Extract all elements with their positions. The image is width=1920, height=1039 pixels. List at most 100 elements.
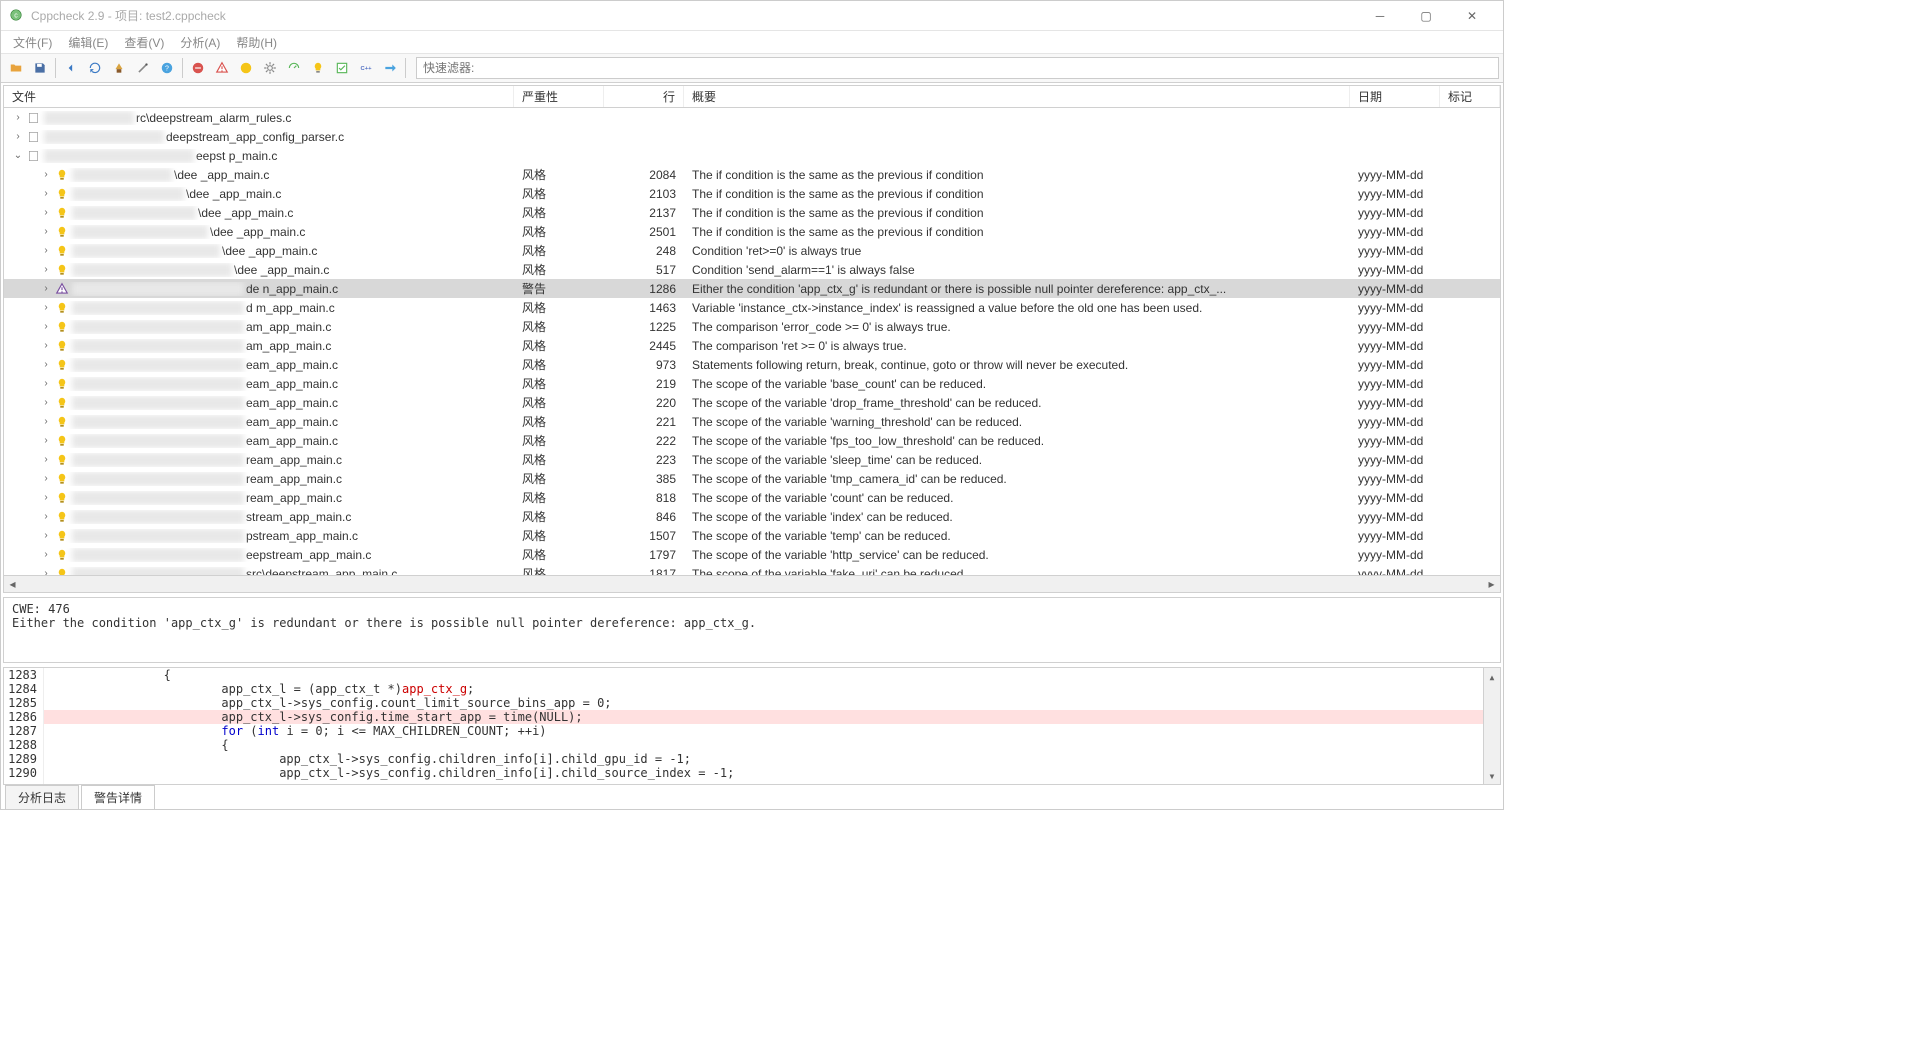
menu-analyze[interactable]: 分析(A)	[172, 32, 228, 53]
performance-filter-button[interactable]	[283, 57, 305, 79]
menu-help[interactable]: 帮助(H)	[228, 32, 285, 53]
expander-icon[interactable]: ›	[40, 226, 52, 237]
expander-icon[interactable]: ›	[12, 131, 24, 142]
result-row[interactable]: ›eam_app_main.c风格219The scope of the var…	[4, 374, 1500, 393]
expander-icon[interactable]: ›	[40, 568, 52, 575]
expander-icon[interactable]: ⌄	[12, 150, 24, 161]
col-date[interactable]: 日期	[1350, 86, 1440, 107]
refresh-button[interactable]	[84, 57, 106, 79]
expander-icon[interactable]: ›	[40, 359, 52, 370]
cpp-filter-button[interactable]: C++	[355, 57, 377, 79]
result-row[interactable]: ›am_app_main.c风格2445The comparison 'ret …	[4, 336, 1500, 355]
expander-icon[interactable]: ›	[40, 188, 52, 199]
expander-icon[interactable]: ›	[40, 549, 52, 560]
close-button[interactable]: ✕	[1449, 1, 1495, 31]
result-row[interactable]: ›d m_app_main.c风格1463Variable 'instance_…	[4, 298, 1500, 317]
result-row[interactable]: ›pstream_app_main.c风格1507The scope of th…	[4, 526, 1500, 545]
menu-edit[interactable]: 编辑(E)	[60, 32, 116, 53]
gear-filter-button[interactable]	[259, 57, 281, 79]
error-filter-button[interactable]	[187, 57, 209, 79]
col-line[interactable]: 行	[604, 86, 684, 107]
tree-root-row[interactable]: ›deepstream_app_config_parser.c	[4, 127, 1500, 146]
result-row[interactable]: ›eepstream_app_main.c风格1797The scope of …	[4, 545, 1500, 564]
result-row[interactable]: ›src\deepstream_app_main.c风格1817The scop…	[4, 564, 1500, 575]
col-severity[interactable]: 严重性	[514, 86, 604, 107]
maximize-button[interactable]: ▢	[1403, 1, 1449, 31]
expander-icon[interactable]: ›	[40, 340, 52, 351]
result-row[interactable]: ›\dee _app_main.c风格2103The if condition …	[4, 184, 1500, 203]
expander-icon[interactable]: ›	[40, 302, 52, 313]
col-file[interactable]: 文件	[4, 86, 514, 107]
toolbar: ? C++	[1, 53, 1503, 83]
scroll-left-button[interactable]: ◂	[4, 576, 21, 593]
date-cell: yyyy-MM-dd	[1350, 225, 1440, 239]
check-filter-button[interactable]	[331, 57, 353, 79]
result-row[interactable]: ›eam_app_main.c风格973Statements following…	[4, 355, 1500, 374]
summary-cell: Statements following return, break, cont…	[684, 358, 1350, 372]
grid-hscroll[interactable]: ◂ ▸	[4, 575, 1500, 592]
tree-root-row[interactable]: ⌄eepst p_main.c	[4, 146, 1500, 165]
expander-icon[interactable]: ›	[40, 169, 52, 180]
expander-icon[interactable]: ›	[40, 207, 52, 218]
tab-analysis-log[interactable]: 分析日志	[5, 785, 79, 809]
code-line: {	[44, 738, 1483, 752]
style-filter-button[interactable]	[235, 57, 257, 79]
expander-icon[interactable]: ›	[40, 492, 52, 503]
expander-icon[interactable]: ›	[40, 378, 52, 389]
tree-root-row[interactable]: ›rc\deepstream_alarm_rules.c	[4, 108, 1500, 127]
tab-warning-detail[interactable]: 警告详情	[81, 785, 155, 809]
expander-icon[interactable]: ›	[40, 435, 52, 446]
expander-icon[interactable]: ›	[40, 473, 52, 484]
result-row[interactable]: ›eam_app_main.c风格222The scope of the var…	[4, 431, 1500, 450]
clear-button[interactable]	[108, 57, 130, 79]
expander-icon[interactable]: ›	[40, 321, 52, 332]
code-vscroll[interactable]: ▴ ▾	[1483, 668, 1500, 784]
expander-icon[interactable]: ›	[40, 416, 52, 427]
col-mark[interactable]: 标记	[1440, 86, 1500, 107]
severity-cell: 风格	[514, 261, 604, 278]
result-row[interactable]: ›am_app_main.c风格1225The comparison 'erro…	[4, 317, 1500, 336]
code-lines[interactable]: { app_ctx_l = (app_ctx_t *)app_ctx_g; ap…	[44, 668, 1483, 784]
open-folder-button[interactable]	[5, 57, 27, 79]
result-row[interactable]: ›ream_app_main.c风格818The scope of the va…	[4, 488, 1500, 507]
expander-icon[interactable]: ›	[40, 245, 52, 256]
result-row[interactable]: ›\dee _app_main.c风格517Condition 'send_al…	[4, 260, 1500, 279]
minimize-button[interactable]: ─	[1357, 1, 1403, 31]
arrow-button[interactable]	[379, 57, 401, 79]
scroll-down-button[interactable]: ▾	[1484, 767, 1500, 784]
menu-view[interactable]: 查看(V)	[116, 32, 172, 53]
save-button[interactable]	[29, 57, 51, 79]
scroll-track[interactable]	[1484, 685, 1500, 767]
expander-icon[interactable]: ›	[40, 397, 52, 408]
expander-icon[interactable]: ›	[12, 112, 24, 123]
expander-icon[interactable]: ›	[40, 264, 52, 275]
result-row[interactable]: ›ream_app_main.c风格223The scope of the va…	[4, 450, 1500, 469]
grid-body[interactable]: ›rc\deepstream_alarm_rules.c›deepstream_…	[4, 108, 1500, 575]
line-cell: 1797	[604, 548, 684, 562]
result-row[interactable]: ›ream_app_main.c风格385The scope of the va…	[4, 469, 1500, 488]
expander-icon[interactable]: ›	[40, 530, 52, 541]
expander-icon[interactable]: ›	[40, 454, 52, 465]
result-row[interactable]: ›eam_app_main.c风格221The scope of the var…	[4, 412, 1500, 431]
help-button[interactable]: ?	[156, 57, 178, 79]
severity-cell: 风格	[514, 185, 604, 202]
result-row[interactable]: ›stream_app_main.c风格846The scope of the …	[4, 507, 1500, 526]
scroll-right-button[interactable]: ▸	[1483, 576, 1500, 593]
result-row[interactable]: ›\dee _app_main.c风格2137The if condition …	[4, 203, 1500, 222]
menu-file[interactable]: 文件(F)	[5, 32, 60, 53]
warning-filter-button[interactable]	[211, 57, 233, 79]
expander-icon[interactable]: ›	[40, 511, 52, 522]
info-filter-button[interactable]	[307, 57, 329, 79]
expander-icon[interactable]: ›	[40, 283, 52, 294]
quick-filter-input[interactable]	[416, 57, 1499, 79]
result-row[interactable]: ›\dee _app_main.c风格248Condition 'ret>=0'…	[4, 241, 1500, 260]
col-summary[interactable]: 概要	[684, 86, 1350, 107]
result-row[interactable]: ›de n_app_main.c警告1286Either the conditi…	[4, 279, 1500, 298]
back-button[interactable]	[60, 57, 82, 79]
result-row[interactable]: ›\dee _app_main.c风格2501The if condition …	[4, 222, 1500, 241]
result-row[interactable]: ›eam_app_main.c风格220The scope of the var…	[4, 393, 1500, 412]
settings-button[interactable]	[132, 57, 154, 79]
file-path: ream_app_main.c	[246, 491, 342, 505]
scroll-up-button[interactable]: ▴	[1484, 668, 1500, 685]
result-row[interactable]: ›\dee _app_main.c风格2084The if condition …	[4, 165, 1500, 184]
